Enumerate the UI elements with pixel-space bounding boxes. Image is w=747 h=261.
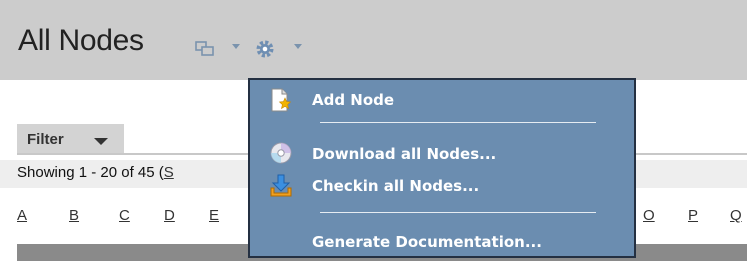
page-title: All Nodes [18,24,144,57]
alpha-filter-a[interactable]: A [17,207,27,224]
alpha-filter-q[interactable]: Q [730,207,742,224]
menu-item-download-all[interactable]: Download all Nodes... [250,142,634,168]
menu-item-label: Checkin all Nodes... [312,177,480,195]
alpha-filter-e[interactable]: E [209,207,219,224]
gear-icon[interactable] [254,38,276,60]
alpha-filter-b[interactable]: B [69,207,79,224]
gear-dropdown-caret-icon[interactable] [294,44,302,49]
show-all-link[interactable]: S [164,164,174,181]
menu-item-label: Generate Documentation... [312,233,542,251]
showing-text: Showing 1 - 20 of 45 (S [17,164,174,181]
menu-item-add-node[interactable]: Add Node [250,88,634,114]
menu-divider [320,122,596,123]
alpha-filter-d[interactable]: D [164,207,175,224]
menu-item-label: Add Node [312,91,395,109]
filter-label: Filter [27,131,64,148]
view-icon[interactable] [195,41,215,57]
menu-item-generate-documentation[interactable]: Generate Documentation... [250,230,634,256]
menu-divider [320,212,596,213]
alpha-filter-p[interactable]: P [688,207,698,224]
add-document-icon [271,88,292,112]
view-dropdown-caret-icon[interactable] [232,44,240,49]
showing-count: Showing 1 - 20 of 45 ( [17,164,164,181]
filter-button[interactable]: Filter [17,124,124,154]
disc-icon [270,142,292,164]
alpha-filter-o[interactable]: O [643,207,655,224]
chevron-down-icon [94,138,108,145]
checkin-icon [270,174,292,197]
page-header: All Nodes [0,0,747,80]
menu-item-checkin-all[interactable]: Checkin all Nodes... [250,174,634,200]
menu-item-label: Download all Nodes... [312,145,497,163]
actions-dropdown-menu: Add Node Download all Nodes... Checkin a… [248,78,636,258]
alpha-filter-c[interactable]: C [119,207,130,224]
